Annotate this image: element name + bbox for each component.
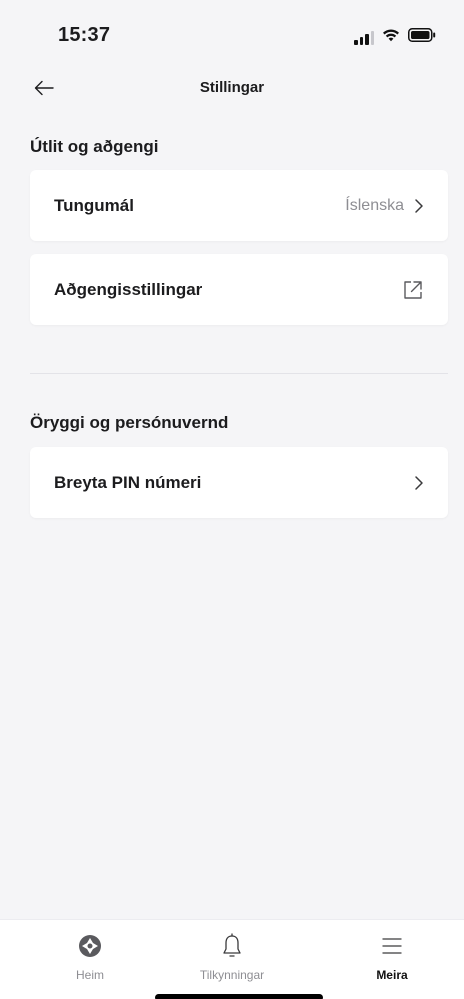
chevron-right-icon (414, 475, 424, 491)
cellular-signal-icon (354, 30, 374, 45)
wifi-icon (382, 28, 400, 47)
status-icons (354, 28, 436, 47)
bell-icon (221, 932, 243, 960)
tab-bar: Heim Tilkynningar Meira (0, 919, 464, 999)
tab-more-label: Meira (376, 968, 408, 982)
section-title-appearance: Útlit og aðgengi (30, 137, 159, 156)
chevron-right-icon (414, 198, 424, 214)
status-time: 15:37 (58, 24, 111, 46)
menu-icon (381, 932, 403, 960)
tab-notifications-label: Tilkynningar (199, 968, 265, 982)
battery-icon (408, 28, 436, 47)
accessibility-settings-label: Aðgengisstillingar (54, 279, 203, 299)
accessibility-settings-row[interactable]: Aðgengisstillingar (30, 254, 448, 325)
status-bar: 15:37 (0, 0, 464, 70)
tab-notifications[interactable]: Tilkynningar (172, 932, 292, 982)
home-logo-icon (77, 932, 103, 960)
language-label: Tungumál (54, 195, 134, 215)
settings-screen: 15:37 Stillingar Útlit og aðgengi Tungum… (0, 0, 464, 999)
section-title-security: Öryggi og persónuvernd (30, 413, 229, 432)
language-row[interactable]: Tungumál Íslenska (30, 170, 448, 241)
tab-home[interactable]: Heim (30, 932, 150, 982)
change-pin-row[interactable]: Breyta PIN númeri (30, 447, 448, 518)
tab-home-label: Heim (75, 968, 104, 982)
home-indicator (155, 994, 323, 999)
language-value: Íslenska (345, 196, 404, 214)
tab-more[interactable]: Meira (332, 932, 452, 982)
section-divider (30, 373, 448, 374)
change-pin-label: Breyta PIN númeri (54, 472, 202, 492)
page-title: Stillingar (199, 79, 265, 96)
external-link-icon (402, 279, 424, 301)
header: Stillingar (0, 70, 464, 110)
